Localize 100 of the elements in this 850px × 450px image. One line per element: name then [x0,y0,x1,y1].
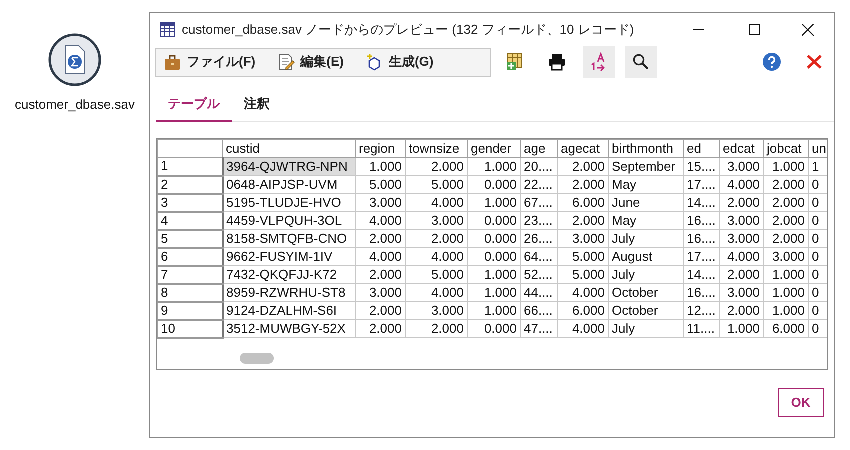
table-cell: 3.000 [720,158,764,176]
table-cell: 16.... [684,284,720,302]
table-cell: 4.000 [406,284,468,302]
table-cell: 2.000 [720,302,764,320]
table-cell: 1.000 [468,158,520,176]
table-cell: 17.... [684,176,720,194]
table-cell: 2.000 [406,158,468,176]
table-cell: 20.... [520,158,558,176]
row-header[interactable]: 1 [158,158,222,176]
table-cell: 11.... [684,320,720,338]
table-cell: 1.000 [468,266,520,284]
table-cell: 1.000 [356,158,406,176]
table-cell: 4459-VLPQUH-3OL [222,212,356,230]
table-cell: 4.000 [720,248,764,266]
table-cell: 0.000 [468,230,520,248]
table-cell: 1.000 [468,194,520,212]
table-cell: 1.000 [468,302,520,320]
table-cell: 2.000 [406,320,468,338]
table-cell: 2.000 [356,266,406,284]
table-cell: 3.000 [356,284,406,302]
table-cell: 0.000 [468,212,520,230]
table-cell: 5.000 [406,176,468,194]
file-label: customer_dbase.sav [15,96,135,114]
table-cell: 16.... [684,212,720,230]
table-cell: 1.000 [764,158,808,176]
table-cell: 4.000 [356,212,406,230]
table-cell: 2.000 [720,194,764,212]
table-cell: 3.000 [558,230,608,248]
table-cell: 3512-MUWBGY-52X [222,320,356,338]
table-cell: May [608,176,684,194]
table-cell: 3.000 [720,284,764,302]
table-cell: 5.000 [558,266,608,284]
table-cell: 8158-SMTQFB-CNO [222,230,356,248]
table-cell: 8959-RZWRHU-ST8 [222,284,356,302]
ok-button[interactable]: OK [778,388,824,417]
row-header[interactable]: 3 [158,194,222,212]
table-cell: 2.000 [558,212,608,230]
menu-item[interactable]: 編集(E) [278,52,344,72]
table-cell: 67.... [520,194,558,212]
table-cell: 3.000 [356,194,406,212]
table-cell: 66.... [520,302,558,320]
table-cell: 4.000 [558,284,608,302]
table-cell: 2.000 [558,176,608,194]
table-cell: 1.000 [764,284,808,302]
menu-item[interactable]: 生成(G) [366,52,434,72]
table-cell: 1.000 [764,266,808,284]
table-cell: 17.... [684,248,720,266]
table-cell: 4.000 [720,176,764,194]
table-cell: September [608,158,684,176]
table-cell: 2.000 [764,212,808,230]
row-header[interactable]: 6 [158,248,222,266]
table-cell: 14.... [684,194,720,212]
table-cell: October [608,284,684,302]
table-cell: 64.... [520,248,558,266]
table-cell: 2.000 [356,230,406,248]
table-cell: 16.... [684,230,720,248]
table-cell: 3.000 [764,248,808,266]
table-cell: 44.... [520,284,558,302]
table-cell: 3.000 [406,212,468,230]
table-cell: 3.000 [720,230,764,248]
menu-item[interactable]: ファイル(F) [164,52,256,72]
table-cell: 6.000 [558,194,608,212]
row-header[interactable]: 8 [158,284,222,302]
table-cell: 2.000 [406,230,468,248]
table-cell: 15.... [684,158,720,176]
column-header[interactable]: birthmonth [608,140,684,158]
tab[interactable]: テーブル [156,88,232,122]
table-cell: 0.000 [468,248,520,266]
table-cell: July [608,320,684,338]
table-cell: 2.000 [764,230,808,248]
table-cell: 4.000 [558,320,608,338]
table-cell: 9124-DZALHM-S6I [222,302,356,320]
table-cell: 2.000 [764,176,808,194]
row-header[interactable]: 7 [158,266,222,284]
tab[interactable]: 注釈 [232,88,282,122]
table-cell: 23.... [520,212,558,230]
table-cell: 2.000 [764,194,808,212]
table-cell: 4.000 [406,248,468,266]
table-cell: 4.000 [406,194,468,212]
table-cell: 2.000 [720,266,764,284]
column-header[interactable]: custid [222,140,356,158]
table-cell: 5.000 [406,266,468,284]
table-cell: 9662-FUSYIM-1IV [222,248,356,266]
row-header[interactable]: 10 [158,320,222,338]
table-cell: 12.... [684,302,720,320]
row-header[interactable]: 9 [158,302,222,320]
table-cell: 6.000 [764,320,808,338]
row-header[interactable]: 4 [158,212,222,230]
row-header[interactable]: 2 [158,176,222,194]
table-cell: 1.000 [764,302,808,320]
table-cell: 1.000 [468,284,520,302]
table-cell: 5.000 [558,248,608,266]
table-cell: 5195-TLUDJE-HVO [222,194,356,212]
table-cell: June [608,194,684,212]
row-header[interactable]: 5 [158,230,222,248]
table-cell: 3.000 [406,302,468,320]
table-cell: 22.... [520,176,558,194]
table-cell: 5.000 [356,176,406,194]
table-cell: August [608,248,684,266]
table-cell: October [608,302,684,320]
